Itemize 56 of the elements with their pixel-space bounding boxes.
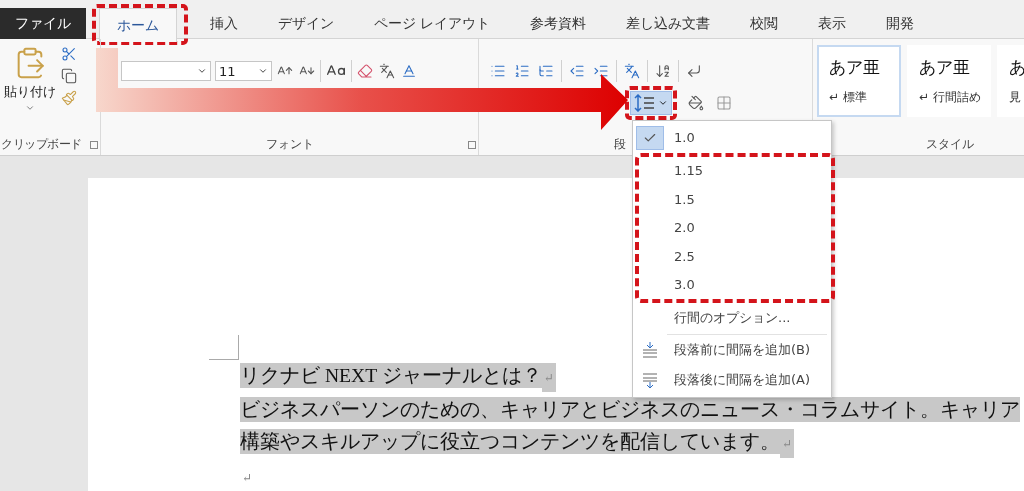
numbered-list-icon[interactable] (513, 62, 531, 80)
ribbon-tab[interactable]: 差し込み文書 (608, 8, 729, 39)
space-before-icon (641, 341, 659, 360)
ribbon-tab[interactable]: ホーム (99, 8, 177, 42)
scissors-icon[interactable] (60, 45, 78, 63)
group-label: 段 (614, 135, 626, 153)
phonetic-guide-icon[interactable] (378, 62, 396, 80)
style-preview: あア亜 (829, 56, 880, 79)
style-preview: あ (1009, 56, 1024, 79)
launcher-icon[interactable] (468, 141, 476, 149)
sort-icon[interactable] (654, 62, 672, 80)
launcher-icon[interactable] (90, 141, 98, 149)
eraser-icon[interactable] (356, 62, 374, 80)
menu-command[interactable]: 段落後に間隔を追加(A) (633, 365, 831, 395)
ribbon-tab[interactable]: 挿入 (192, 8, 256, 39)
menu-command[interactable]: 行間のオプション... (633, 303, 831, 333)
menu-command[interactable]: 段落前に間隔を追加(B) (633, 335, 831, 365)
ribbon-tab[interactable]: デザイン (260, 8, 352, 39)
ribbon-tab[interactable]: 開発 (868, 8, 933, 39)
style-card[interactable]: あア亜 ↵ 標準 (817, 45, 901, 117)
font-name-field[interactable] (121, 61, 211, 81)
space-after-icon (641, 370, 659, 389)
show-marks-icon[interactable] (685, 62, 703, 80)
caret-icon (258, 66, 268, 76)
paste-button[interactable]: 貼り付け (4, 83, 56, 101)
line-spacing-icon (634, 94, 656, 112)
line-spacing-option[interactable]: 2.0 (639, 213, 831, 242)
style-card[interactable]: あ 見 (997, 45, 1024, 117)
dropdown-caret-icon[interactable] (25, 103, 35, 113)
line-spacing-option[interactable]: 3.0 (639, 270, 831, 299)
style-name: ↵ 行間詰め (919, 89, 981, 106)
group-label: クリップボード (1, 135, 82, 153)
style-preview: あア亜 (919, 56, 970, 79)
ribbon-tab[interactable]: 表示 (800, 8, 865, 39)
font-size-field[interactable]: 11 (215, 61, 272, 81)
line-spacing-option[interactable]: 2.5 (639, 242, 831, 271)
document-paragraph: ビジネスパーソンのための、キャリアとビジネスのニュース・コラムサイト。キャリア 構築やスキルアップに役立つコンテンツを配信しています。↵ (240, 394, 1024, 460)
ribbon-tab[interactable]: ページ レイアウト (356, 8, 509, 39)
file-tab[interactable]: ファイル (0, 8, 86, 39)
group-label: フォント (265, 135, 314, 153)
style-card[interactable]: あア亜 ↵ 行間詰め (907, 45, 991, 117)
line-spacing-option[interactable]: 1.5 (639, 185, 831, 214)
shading-icon[interactable] (687, 94, 705, 112)
caret-icon (197, 66, 207, 76)
caret-icon (658, 98, 668, 108)
line-spacing-option[interactable]: 1.0 (633, 123, 831, 153)
style-name: 見 (1009, 89, 1021, 106)
group-label: スタイル (926, 135, 974, 153)
borders-icon[interactable] (715, 94, 733, 112)
ribbon-tab[interactable]: 校閲 (732, 8, 797, 39)
line-spacing-option[interactable]: 1.15 (639, 156, 831, 185)
copy-icon[interactable] (60, 67, 78, 85)
document-paragraph: ↵ (241, 470, 254, 487)
style-name: ↵ 標準 (829, 89, 867, 106)
ribbon-tab[interactable]: 参考資料 (512, 8, 605, 39)
crop-mark (209, 335, 239, 360)
